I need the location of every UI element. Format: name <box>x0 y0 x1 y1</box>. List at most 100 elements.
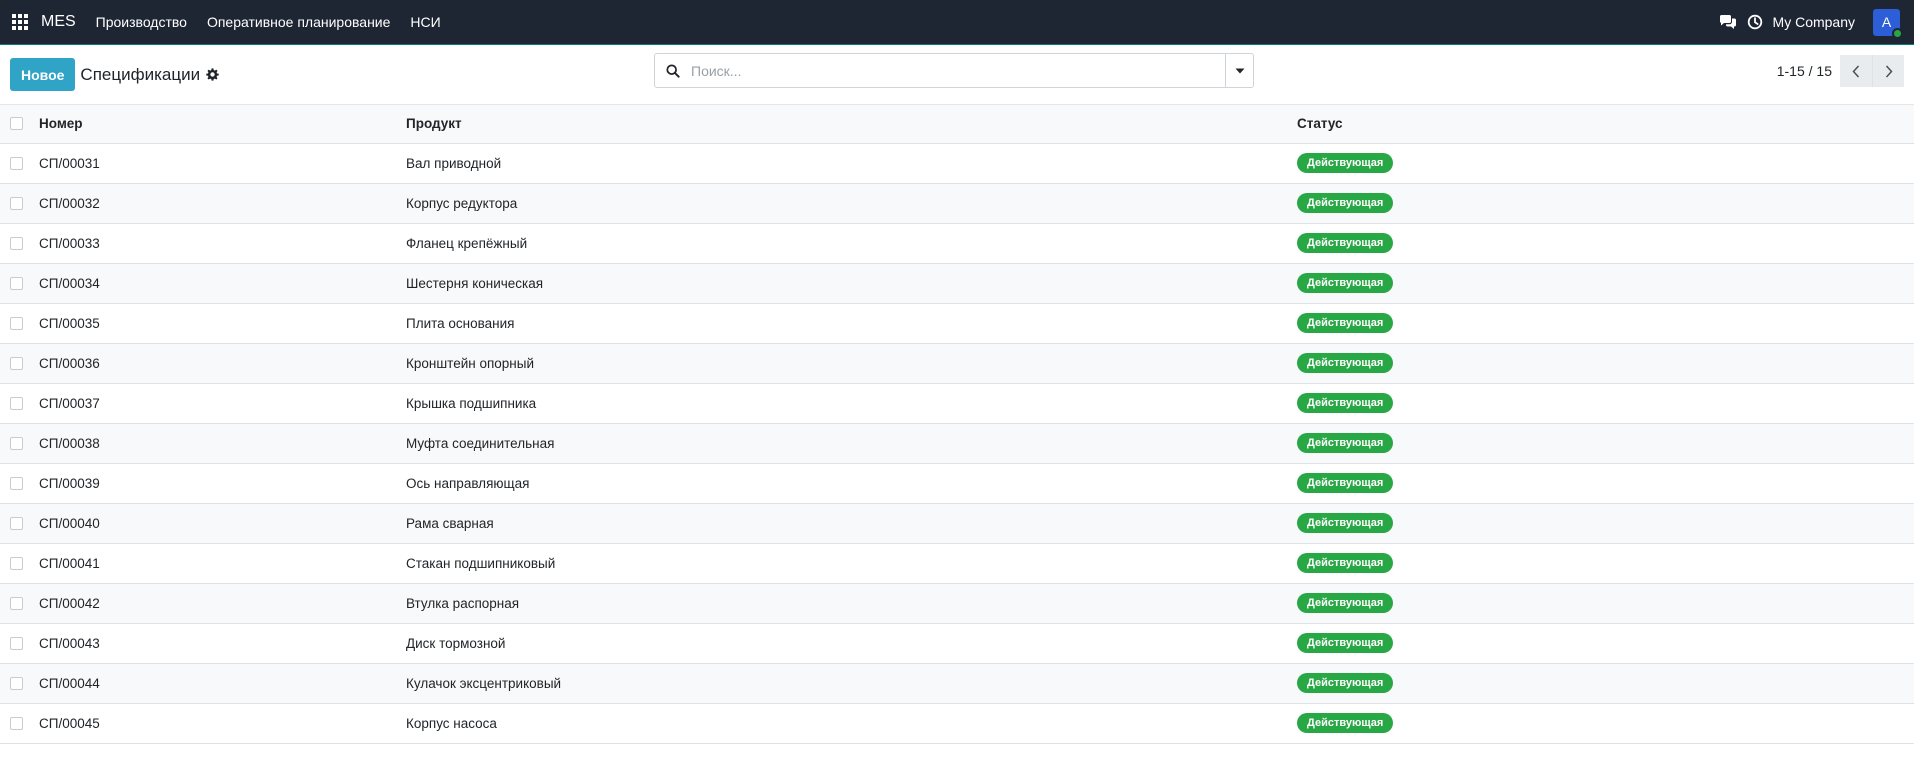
row-select-cell <box>0 183 39 223</box>
row-checkbox[interactable] <box>10 596 23 610</box>
table-row[interactable]: СП/00037 Крышка подшипника Действующая <box>0 383 1914 423</box>
cell-product: Кронштейн опорный <box>406 355 534 371</box>
row-select-cell <box>0 143 39 183</box>
apps-grid-icon[interactable] <box>12 14 28 30</box>
app-brand[interactable]: MES <box>41 13 76 31</box>
cell-product: Ось направляющая <box>406 475 530 491</box>
new-button[interactable]: Новое <box>10 58 76 91</box>
cell-number: СП/00038 <box>39 435 100 451</box>
company-switcher[interactable]: My Company <box>1773 14 1855 30</box>
row-checkbox[interactable] <box>10 436 23 450</box>
gear-icon[interactable] <box>206 68 219 81</box>
table-row[interactable]: СП/00039 Ось направляющая Действующая <box>0 463 1914 503</box>
cell-product: Рама сварная <box>406 515 494 531</box>
caret-down-icon <box>1235 68 1244 73</box>
table-row[interactable]: СП/00036 Кронштейн опорный Действующая <box>0 343 1914 383</box>
table-row[interactable]: СП/00031 Вал приводной Действующая <box>0 143 1914 183</box>
nav-menu-master-data[interactable]: НСИ <box>410 14 440 30</box>
nav-menu-planning[interactable]: Оперативное планирование <box>207 14 390 30</box>
status-badge: Действующая <box>1297 473 1394 493</box>
cell-status: Действующая <box>1297 663 1914 703</box>
status-badge: Действующая <box>1297 553 1394 573</box>
user-avatar[interactable]: A <box>1873 8 1903 39</box>
search-options-toggle[interactable] <box>1225 54 1253 87</box>
row-checkbox[interactable] <box>10 236 23 250</box>
cell-number: СП/00031 <box>39 155 100 171</box>
row-select-cell <box>0 543 39 583</box>
nav-menu-production[interactable]: Производство <box>96 14 187 30</box>
table-row[interactable]: СП/00040 Рама сварная Действующая <box>0 503 1914 543</box>
cell-status: Действующая <box>1297 503 1914 543</box>
column-header-number[interactable]: Номер <box>39 105 406 143</box>
row-checkbox[interactable] <box>10 196 23 210</box>
table-row[interactable]: СП/00043 Диск тормозной Действующая <box>0 623 1914 663</box>
chat-icon[interactable] <box>1719 14 1737 30</box>
row-checkbox[interactable] <box>10 676 23 690</box>
table-row[interactable]: СП/00033 Фланец крепёжный Действующая <box>0 223 1914 263</box>
cell-status: Действующая <box>1297 183 1914 223</box>
page-title: Спецификации <box>80 64 201 84</box>
cell-product: Втулка распорная <box>406 595 520 611</box>
row-select-cell <box>0 343 39 383</box>
cell-status: Действующая <box>1297 263 1914 303</box>
column-header-product[interactable]: Продукт <box>406 105 1297 143</box>
cell-status: Действующая <box>1297 463 1914 503</box>
status-badge: Действующая <box>1297 193 1394 213</box>
cell-product: Корпус редуктора <box>406 195 518 211</box>
column-header-status[interactable]: Статус <box>1297 105 1914 143</box>
control-panel: Новое Спецификации 1-15 / 15 <box>0 45 1914 105</box>
cell-product: Стакан подшипниковый <box>406 555 556 571</box>
cell-product: Муфта соединительная <box>406 435 555 451</box>
row-checkbox[interactable] <box>10 156 23 170</box>
table-row[interactable]: СП/00032 Корпус редуктора Действующая <box>0 183 1914 223</box>
status-badge: Действующая <box>1297 153 1394 173</box>
cell-status: Действующая <box>1297 383 1914 423</box>
table-row[interactable]: СП/00045 Корпус насоса Действующая <box>0 703 1914 743</box>
row-checkbox[interactable] <box>10 316 23 330</box>
row-checkbox[interactable] <box>10 556 23 570</box>
cell-status: Действующая <box>1297 223 1914 263</box>
row-select-cell <box>0 263 39 303</box>
cell-number: СП/00033 <box>39 235 100 251</box>
row-checkbox[interactable] <box>10 476 23 490</box>
select-all-checkbox[interactable] <box>10 117 23 131</box>
cell-number: СП/00037 <box>39 395 100 411</box>
pager-next-button[interactable] <box>1872 55 1904 87</box>
cell-number: СП/00036 <box>39 355 100 371</box>
row-select-cell <box>0 623 39 663</box>
table-row[interactable]: СП/00035 Плита основания Действующая <box>0 303 1914 343</box>
row-checkbox[interactable] <box>10 276 23 290</box>
pager-value[interactable]: 1-15 / 15 <box>1777 63 1832 79</box>
table-row[interactable]: СП/00041 Стакан подшипниковый Действующая <box>0 543 1914 583</box>
cell-number: СП/00039 <box>39 475 100 491</box>
cell-number: СП/00040 <box>39 515 100 531</box>
cell-number: СП/00045 <box>39 715 100 731</box>
cell-product: Крышка подшипника <box>406 395 537 411</box>
row-checkbox[interactable] <box>10 516 23 530</box>
search-input[interactable] <box>691 54 1225 87</box>
row-checkbox[interactable] <box>10 396 23 410</box>
status-badge: Действующая <box>1297 673 1394 693</box>
row-checkbox[interactable] <box>10 716 23 730</box>
status-badge: Действующая <box>1297 513 1394 533</box>
chevron-left-icon <box>1852 64 1860 78</box>
pager-previous-button[interactable] <box>1840 55 1872 87</box>
row-select-cell <box>0 503 39 543</box>
table-row[interactable]: СП/00038 Муфта соединительная Действующая <box>0 423 1914 463</box>
activity-clock-icon[interactable] <box>1747 14 1763 30</box>
cell-status: Действующая <box>1297 143 1914 183</box>
row-select-cell <box>0 463 39 503</box>
status-badge: Действующая <box>1297 353 1394 373</box>
table-row[interactable]: СП/00042 Втулка распорная Действующая <box>0 583 1914 623</box>
cell-status: Действующая <box>1297 623 1914 663</box>
row-checkbox[interactable] <box>10 356 23 370</box>
search-icon <box>655 63 691 78</box>
cell-product: Кулачок эксцентриковый <box>406 675 562 691</box>
table-row[interactable]: СП/00034 Шестерня коническая Действующая <box>0 263 1914 303</box>
cell-product: Фланец крепёжный <box>406 235 528 251</box>
cell-status: Действующая <box>1297 543 1914 583</box>
row-checkbox[interactable] <box>10 636 23 650</box>
table-row[interactable]: СП/00044 Кулачок эксцентриковый Действующа… <box>0 663 1914 703</box>
status-badge: Действующая <box>1297 313 1394 333</box>
cell-product: Диск тормозной <box>406 635 506 651</box>
